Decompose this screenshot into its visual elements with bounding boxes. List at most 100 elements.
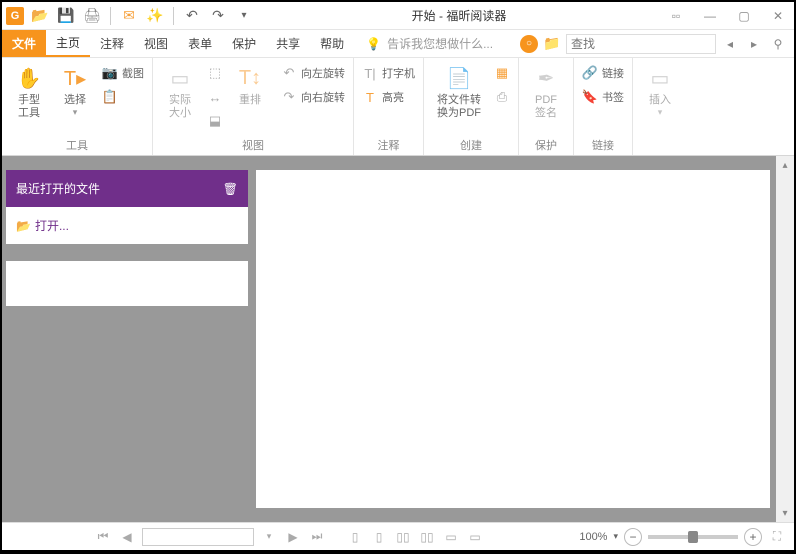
panel-footer [6, 258, 248, 306]
qat-separator [110, 7, 111, 25]
tab-comment[interactable]: 注释 [90, 30, 134, 57]
group-create: 📄 将文件转 换为PDF ▦ ⎙ 创建 [424, 58, 519, 155]
highlight-button[interactable]: T 高亮 [360, 86, 417, 108]
prev-page-button[interactable]: ◀ [118, 528, 136, 546]
qat-print-icon[interactable]: 🖨 [82, 6, 102, 26]
zoom-slider[interactable] [648, 535, 738, 539]
panel-title: 最近打开的文件 [16, 180, 100, 197]
lightbulb-icon: 💡 [366, 37, 381, 51]
qat-open-icon[interactable]: 📂 [30, 6, 50, 26]
select-tool-button[interactable]: T▸ 选择 ▾ [54, 62, 96, 118]
sign-button[interactable]: ✒ PDF 签名 [525, 62, 567, 120]
open-file-button[interactable]: 📂 打开... [16, 217, 238, 234]
camera-icon: 📷 [102, 65, 118, 81]
fit-width-button[interactable]: ↔ [205, 86, 225, 108]
zoom-out-button[interactable]: − [624, 528, 642, 546]
qat-save-icon[interactable]: 💾 [56, 6, 76, 26]
group-links: 🔗 链接 🔖 书签 链接 [574, 58, 633, 155]
typewriter-button[interactable]: T| 打字机 [360, 62, 417, 84]
fit-page-button[interactable]: ⬚ [205, 62, 225, 84]
cloud-sync-icon[interactable]: ○ [520, 35, 538, 53]
panel-header: 最近打开的文件 🗑 [6, 170, 248, 207]
insert-button[interactable]: ▭ 插入 ▾ [639, 62, 681, 118]
search-next-icon[interactable]: ▸ [744, 34, 764, 54]
tell-me-placeholder: 告诉我您想做什么... [387, 35, 493, 52]
search-advanced-icon[interactable]: ⚲ [768, 34, 788, 54]
bookmark-button[interactable]: 🔖 书签 [580, 86, 626, 108]
fit-visible-button[interactable]: ⬓ [205, 110, 225, 132]
link-icon: 🔗 [582, 65, 598, 81]
qat-undo-icon[interactable]: ↶ [182, 6, 202, 26]
zoom-in-button[interactable]: + [744, 528, 762, 546]
hand-tool-button[interactable]: ✋ 手型 工具 [8, 62, 50, 120]
tell-me-box[interactable]: 💡 告诉我您想做什么... [366, 30, 493, 57]
fullscreen-icon[interactable]: ⛶ [768, 528, 786, 546]
tab-protect[interactable]: 保护 [222, 30, 266, 57]
rotate-right-button[interactable]: ↷ 向右旋转 [279, 86, 347, 108]
convert-button[interactable]: 📄 将文件转 换为PDF [430, 62, 488, 120]
actual-size-button[interactable]: ▭ 实际 大小 [159, 62, 201, 120]
search-input[interactable] [566, 34, 716, 54]
zoom-dropdown-icon[interactable]: ▾ [613, 531, 618, 542]
qat-email-icon[interactable]: ✉ [119, 6, 139, 26]
page-dropdown-button[interactable]: ▾ [260, 528, 278, 546]
rotate-left-button[interactable]: ↶ 向左旋转 [279, 62, 347, 84]
signature-icon: ✒ [532, 64, 560, 92]
page-icon: ▭ [166, 64, 194, 92]
next-page-button[interactable]: ▶ [284, 528, 302, 546]
link-button[interactable]: 🔗 链接 [580, 62, 626, 84]
scanner-icon: ⎙ [494, 89, 510, 105]
layout-facing-icon[interactable]: ▯▯ [394, 528, 412, 546]
first-page-button[interactable]: ⏮ [94, 528, 112, 546]
reflow-icon: T↕ [236, 64, 264, 92]
tab-view[interactable]: 视图 [134, 30, 178, 57]
qat-share-icon[interactable]: ✨ [145, 6, 165, 26]
reflow-button[interactable]: T↕ 重排 [229, 62, 271, 107]
layout-book-icon[interactable]: ▭ [466, 528, 484, 546]
qat-redo-icon[interactable]: ↷ [208, 6, 228, 26]
ribbon-tabs: 文件 主页 注释 视图 表单 保护 共享 帮助 💡 告诉我您想做什么... ○ … [2, 30, 794, 58]
trash-icon[interactable]: 🗑 [223, 182, 238, 196]
qat-separator [173, 7, 174, 25]
tab-file[interactable]: 文件 [2, 30, 46, 57]
last-page-button[interactable]: ⏭ [308, 528, 326, 546]
close-button[interactable]: ✕ [766, 7, 790, 25]
zoom-level: 100% [579, 531, 607, 543]
snapshot-button[interactable]: 📷 截图 [100, 62, 146, 84]
panel-body: 📂 打开... [6, 207, 248, 244]
tab-form[interactable]: 表单 [178, 30, 222, 57]
layout-cover-icon[interactable]: ▭ [442, 528, 460, 546]
folder-open-icon: 📂 [16, 219, 31, 233]
quick-access-toolbar: 📂 💾 🖨 ✉ ✨ ↶ ↷ ▾ [30, 6, 254, 26]
group-tools: ✋ 手型 工具 T▸ 选择 ▾ 📷 截图 📋 [2, 58, 153, 155]
qat-dropdown-icon[interactable]: ▾ [234, 6, 254, 26]
layout-facing-continuous-icon[interactable]: ▯▯ [418, 528, 436, 546]
layout-continuous-icon[interactable]: ▯ [370, 528, 388, 546]
select-text-icon: T▸ [61, 64, 89, 92]
vertical-scrollbar[interactable]: ▴ ▾ [776, 156, 794, 522]
clipboard-button[interactable]: 📋 [100, 86, 146, 108]
layout-single-icon[interactable]: ▯ [346, 528, 364, 546]
rotate-right-icon: ↷ [281, 89, 297, 105]
titlebar: G 📂 💾 🖨 ✉ ✨ ↶ ↷ ▾ 开始 - 福昕阅读器 ▫▫ — ▢ ✕ [2, 2, 794, 30]
maximize-button[interactable]: ▢ [732, 7, 756, 25]
app-icon: G [6, 7, 24, 25]
tab-share[interactable]: 共享 [266, 30, 310, 57]
scroll-up-icon[interactable]: ▴ [782, 156, 787, 174]
highlight-icon: T [362, 89, 378, 105]
blank-page-button[interactable]: ▦ [492, 62, 512, 84]
minimize-button[interactable]: — [698, 7, 722, 25]
from-scanner-button[interactable]: ⎙ [492, 86, 512, 108]
search-prev-icon[interactable]: ◂ [720, 34, 740, 54]
tab-home[interactable]: 主页 [46, 30, 90, 57]
ribbon-help-icon[interactable]: ▫▫ [664, 7, 688, 25]
statusbar: ⏮ ◀ ▾ ▶ ⏭ ▯ ▯ ▯▯ ▯▯ ▭ ▭ 100% ▾ − + ⛶ [2, 522, 794, 550]
tab-help[interactable]: 帮助 [310, 30, 354, 57]
favorite-icon[interactable]: 📁 [542, 34, 562, 54]
document-viewport[interactable] [256, 170, 770, 508]
page-number-input[interactable] [142, 528, 254, 546]
app-window: G 📂 💾 🖨 ✉ ✨ ↶ ↷ ▾ 开始 - 福昕阅读器 ▫▫ — ▢ ✕ 文件… [2, 2, 794, 550]
scroll-down-icon[interactable]: ▾ [782, 504, 787, 522]
fit-visible-icon: ⬓ [207, 113, 223, 129]
group-comment: T| 打字机 T 高亮 注释 [354, 58, 424, 155]
